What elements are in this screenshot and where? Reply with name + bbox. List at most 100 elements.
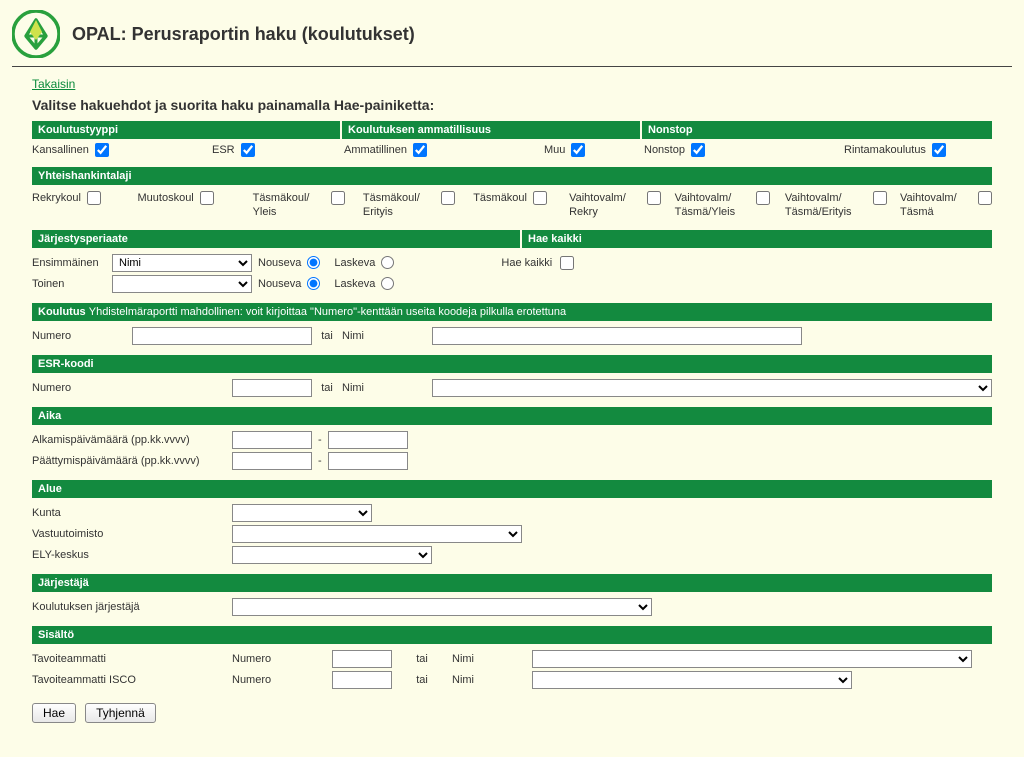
logo-icon	[12, 10, 60, 58]
header-jarjestaja: Järjestäjä	[32, 574, 992, 592]
label-laskeva2: Laskeva	[334, 278, 375, 290]
select-koulutuksen-jarjestaja[interactable]	[232, 598, 652, 616]
header-separator	[12, 66, 1012, 67]
label-koulutus-tai: tai	[312, 330, 342, 342]
header-aika: Aika	[32, 407, 992, 425]
checkbox-rekrykoul[interactable]	[87, 191, 101, 205]
label-rintamakoulutus: Rintamakoulutus	[844, 144, 926, 156]
label-nouseva1: Nouseva	[258, 257, 301, 269]
select-tav-nimi[interactable]	[532, 650, 972, 668]
label-kansallinen: Kansallinen	[32, 144, 89, 156]
instruction-text: Valitse hakuehdot ja suorita haku painam…	[12, 97, 1012, 121]
checkbox-kansallinen[interactable]	[95, 143, 109, 157]
label-vaihtovalm-tasma-yleis: Vaihtovalm/ Täsmä/Yleis	[675, 191, 750, 220]
radio-laskeva2[interactable]	[381, 277, 394, 290]
checkbox-tasmakoul-erityis[interactable]	[441, 191, 455, 205]
yhteis-row: Rekrykoul Muutoskoul Täsmäkoul/ Yleis Tä…	[32, 191, 992, 220]
label-tasmakoul-erityis: Täsmäkoul/ Erityis	[363, 191, 435, 220]
label-koulutus-numero: Numero	[32, 330, 132, 342]
label-haekaikki: Hae kaikki	[501, 257, 552, 269]
label-tavisco-numero: Numero	[232, 674, 332, 686]
header-ammatillisuus: Koulutuksen ammatillisuus	[342, 121, 642, 139]
label-tav-tai: tai	[392, 653, 452, 665]
radio-nouseva1[interactable]	[307, 256, 320, 269]
tyhjenna-button[interactable]: Tyhjennä	[85, 703, 156, 723]
input-esr-numero[interactable]	[232, 379, 312, 397]
checkbox-rintamakoulutus[interactable]	[932, 143, 946, 157]
label-nouseva2: Nouseva	[258, 278, 301, 290]
select-esr-nimi[interactable]	[432, 379, 992, 397]
label-muutoskoul: Muutoskoul	[138, 191, 194, 205]
label-ammatillinen: Ammatillinen	[344, 144, 407, 156]
label-alkamispvm: Alkamispäivämäärä (pp.kk.vvvv)	[32, 434, 232, 446]
checkbox-vaihtovalm-tasma-yleis[interactable]	[756, 191, 770, 205]
sep-paat: -	[318, 455, 322, 467]
label-tav-numero: Numero	[232, 653, 332, 665]
select-kunta[interactable]	[232, 504, 372, 522]
label-ensimmainen: Ensimmäinen	[32, 257, 112, 269]
select-elykeskus[interactable]	[232, 546, 432, 564]
input-koulutus-nimi[interactable]	[432, 327, 802, 345]
input-koulutus-numero[interactable]	[132, 327, 312, 345]
checkbox-ammatillinen[interactable]	[413, 143, 427, 157]
label-vaihtovalm-tasma-erityis: Vaihtovalm/ Täsmä/Erityis	[785, 191, 867, 220]
header-yhteishankintalaji: Yhteishankintalaji	[32, 167, 992, 185]
label-tasmakoul: Täsmäkoul	[473, 191, 527, 205]
label-tav-nimi: Nimi	[452, 653, 532, 665]
select-tavisco-nimi[interactable]	[532, 671, 852, 689]
checkbox-vaihtovalm-tasma[interactable]	[978, 191, 992, 205]
page-header: OPAL: Perusraportin haku (koulutukset)	[12, 6, 1012, 66]
label-elykeskus: ELY-keskus	[32, 549, 232, 561]
label-esr-nimi: Nimi	[342, 382, 432, 394]
header-nonstop: Nonstop	[642, 121, 992, 139]
label-tasmakoul-yleis: Täsmäkoul/ Yleis	[253, 191, 325, 220]
label-vaihtovalm-rekry: Vaihtovalm/ Rekry	[569, 191, 641, 220]
checkbox-vaihtovalm-rekry[interactable]	[647, 191, 661, 205]
label-nonstop: Nonstop	[644, 144, 685, 156]
label-tavoiteammatti: Tavoiteammatti	[32, 653, 232, 665]
label-paattymispvm: Päättymispäivämäärä (pp.kk.vvvv)	[32, 455, 232, 467]
checkbox-haekaikki[interactable]	[560, 256, 574, 270]
header-sisalto: Sisältö	[32, 626, 992, 644]
header-koulutustyyppi: Koulutustyyppi	[32, 121, 342, 139]
select-vastuutoimisto[interactable]	[232, 525, 522, 543]
checkbox-muutoskoul[interactable]	[200, 191, 214, 205]
input-alk-to[interactable]	[328, 431, 408, 449]
input-alk-from[interactable]	[232, 431, 312, 449]
checkbox-esr[interactable]	[241, 143, 255, 157]
hae-button[interactable]: Hae	[32, 703, 76, 723]
radio-laskeva1[interactable]	[381, 256, 394, 269]
checkbox-tasmakoul[interactable]	[533, 191, 547, 205]
input-paat-to[interactable]	[328, 452, 408, 470]
checkbox-muu[interactable]	[571, 143, 585, 157]
header-koulutus: Koulutus Yhdistelmäraportti mahdollinen:…	[32, 303, 992, 321]
header-haekaikki: Hae kaikki	[522, 230, 992, 248]
label-muu: Muu	[544, 144, 565, 156]
label-vaihtovalm-tasma: Vaihtovalm/ Täsmä	[900, 191, 972, 220]
label-esr-tai: tai	[312, 382, 342, 394]
label-koulutus-nimi: Nimi	[342, 330, 432, 342]
input-paat-from[interactable]	[232, 452, 312, 470]
label-esr-numero: Numero	[32, 382, 232, 394]
label-vastuutoimisto: Vastuutoimisto	[32, 528, 232, 540]
input-tav-numero[interactable]	[332, 650, 392, 668]
label-toinen: Toinen	[32, 278, 112, 290]
label-tavisco-nimi: Nimi	[452, 674, 532, 686]
select-ensimmainen[interactable]: Nimi	[112, 254, 252, 272]
label-tavisco-tai: tai	[392, 674, 452, 686]
label-tavoiteammatti-isco: Tavoiteammatti ISCO	[32, 674, 232, 686]
label-laskeva1: Laskeva	[334, 257, 375, 269]
label-kunta: Kunta	[32, 507, 232, 519]
checkbox-nonstop[interactable]	[691, 143, 705, 157]
label-esr: ESR	[212, 144, 235, 156]
select-toinen[interactable]	[112, 275, 252, 293]
back-link[interactable]: Takaisin	[32, 77, 75, 91]
radio-nouseva2[interactable]	[307, 277, 320, 290]
header-jarjestysperiaate: Järjestysperiaate	[32, 230, 522, 248]
checkbox-vaihtovalm-tasma-erityis[interactable]	[873, 191, 887, 205]
page-title: OPAL: Perusraportin haku (koulutukset)	[72, 24, 415, 45]
header-alue: Alue	[32, 480, 992, 498]
label-koulutuksen-jarjestaja: Koulutuksen järjestäjä	[32, 601, 232, 613]
checkbox-tasmakoul-yleis[interactable]	[331, 191, 345, 205]
input-tavisco-numero[interactable]	[332, 671, 392, 689]
